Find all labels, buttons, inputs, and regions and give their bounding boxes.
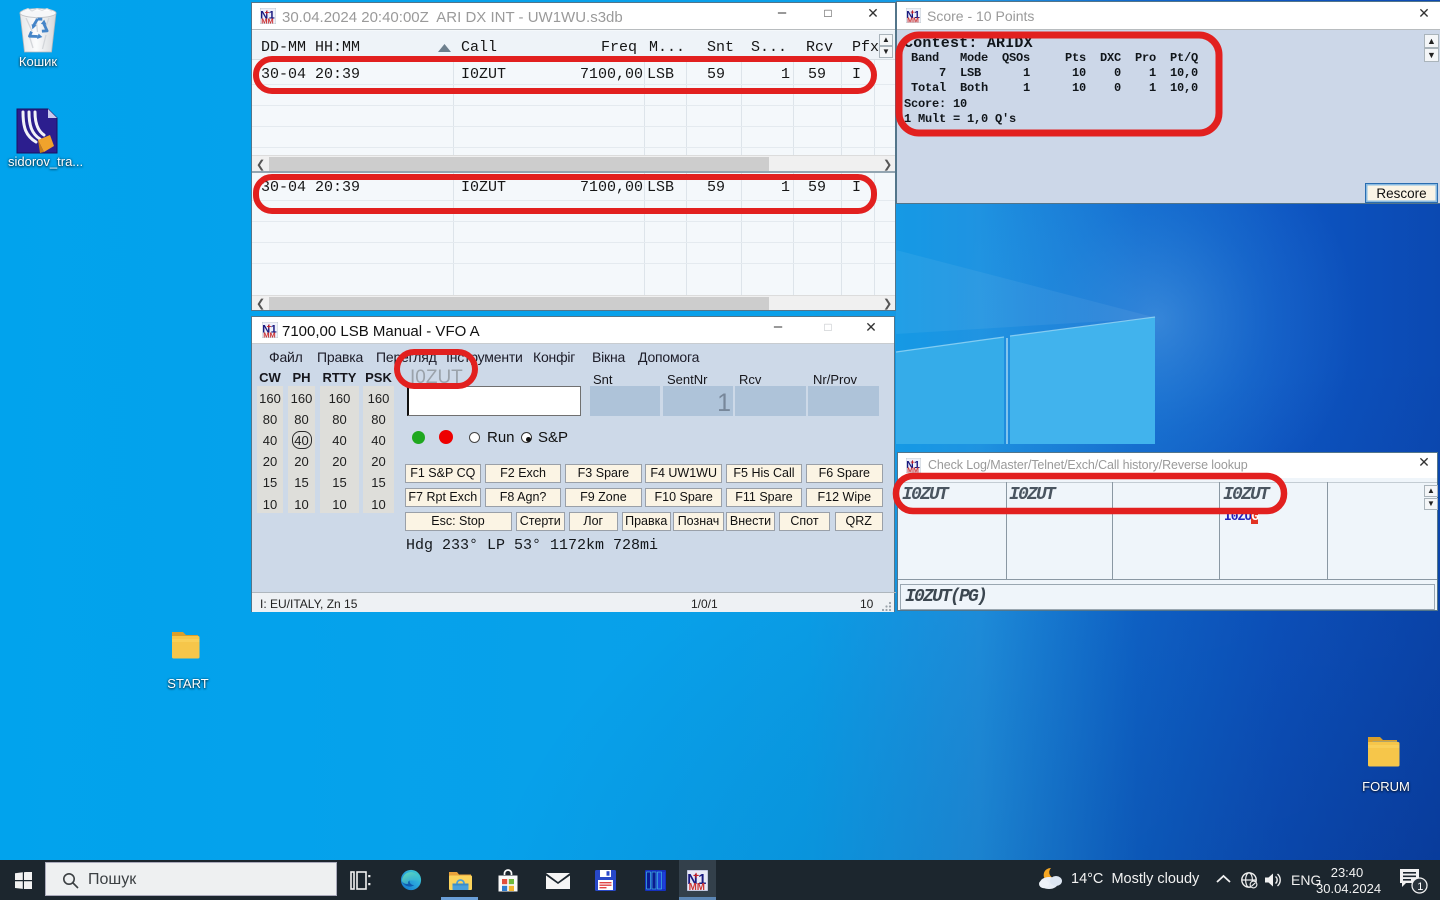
svg-text:MM: MM	[907, 17, 919, 23]
svg-text:MM: MM	[907, 467, 919, 473]
svg-text:MM: MM	[261, 16, 274, 24]
svg-text:+: +	[910, 8, 915, 17]
svg-text:MM: MM	[689, 882, 705, 891]
svg-text:1: 1	[1417, 881, 1423, 893]
svg-text:+: +	[693, 870, 699, 882]
svg-text:+: +	[910, 458, 915, 467]
